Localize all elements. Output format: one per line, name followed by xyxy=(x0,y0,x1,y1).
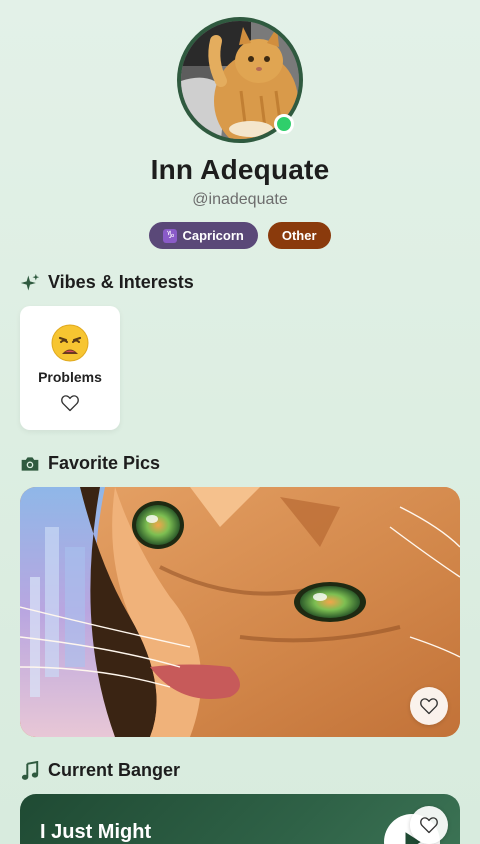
capricorn-zodiac-icon: ♑ xyxy=(163,228,178,243)
like-song-button[interactable] xyxy=(410,806,448,844)
avatar-container[interactable] xyxy=(177,17,303,143)
vibes-section-label: Vibes & Interests xyxy=(48,272,194,292)
heart-outline-icon[interactable] xyxy=(60,393,80,413)
weary-face-icon xyxy=(20,324,120,367)
banger-section-label: Current Banger xyxy=(48,760,181,780)
heart-outline-icon xyxy=(420,698,438,715)
song-title: I Just Might xyxy=(40,821,152,843)
vibes-section-title: Vibes & Interests xyxy=(20,272,194,293)
gender-badge-label: Other xyxy=(281,228,317,243)
interest-card[interactable]: Problems xyxy=(20,306,120,430)
sparkles-icon xyxy=(20,273,40,293)
favorite-pic-card[interactable] xyxy=(20,487,460,737)
profile-handle: @inadequate xyxy=(192,191,288,208)
cat-artwork-image xyxy=(20,487,460,737)
interest-label: Problems xyxy=(38,369,102,385)
camera-icon xyxy=(20,454,40,474)
badge-row: ♑ Capricorn Other xyxy=(0,222,480,249)
zodiac-badge[interactable]: ♑ Capricorn xyxy=(149,222,258,249)
like-pic-button[interactable] xyxy=(410,687,448,725)
profile-name: Inn Adequate xyxy=(150,154,330,185)
gender-badge[interactable]: Other xyxy=(267,222,331,249)
heart-outline-icon xyxy=(420,817,438,834)
online-status-dot xyxy=(274,114,294,134)
current-song-card[interactable]: I Just Might xyxy=(20,794,460,844)
zodiac-badge-label: Capricorn xyxy=(182,228,244,243)
pics-section-label: Favorite Pics xyxy=(48,453,161,473)
profile-page: Inn Adequate @inadequate ♑ Capricorn Oth… xyxy=(0,0,480,844)
banger-section-title: Current Banger xyxy=(20,760,180,781)
music-note-icon xyxy=(20,760,40,781)
pics-section-title: Favorite Pics xyxy=(20,453,160,474)
